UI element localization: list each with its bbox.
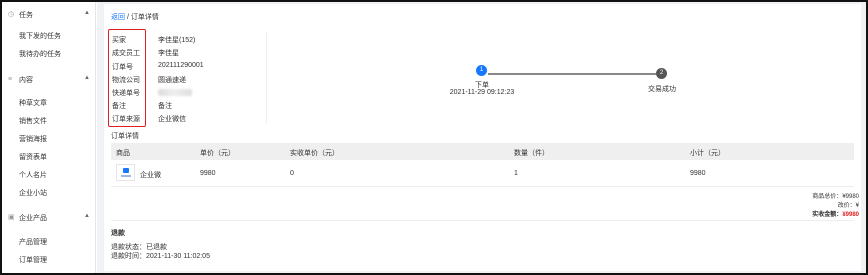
sidebar-item-task-todo[interactable]: 我待办的任务 bbox=[19, 49, 61, 59]
sidebar-section-content[interactable]: ≡ 内容 ▲ bbox=[2, 71, 96, 89]
sidebar-item-form[interactable]: 留资表单 bbox=[19, 152, 47, 162]
refund-time-value: 2021-11-30 11:02:05 bbox=[146, 253, 210, 260]
divider bbox=[266, 32, 267, 124]
refund-time: 退款时间：2021-11-30 11:02:05 bbox=[111, 251, 210, 261]
label-buyer: 买家 bbox=[112, 37, 126, 44]
buyer-value: 李佳星(152) bbox=[158, 37, 196, 44]
step-1-time: 2021-11-29 09:12:23 bbox=[449, 89, 515, 96]
remark-value: 备注 bbox=[158, 103, 172, 110]
sidebar-item-order-mgmt[interactable]: 订单管理 bbox=[19, 255, 47, 265]
label-tracking-no: 快递单号 bbox=[112, 90, 140, 97]
product-name[interactable]: 企业微 bbox=[140, 170, 161, 180]
source-value: 企业微信 bbox=[158, 116, 186, 123]
box-icon: ▣ bbox=[8, 214, 15, 221]
price-cell: 9980 bbox=[200, 170, 216, 177]
sidebar-item-poster[interactable]: 营销海报 bbox=[19, 134, 47, 144]
logistics-value: 圆通速递 bbox=[158, 77, 186, 84]
order-detail-title: 订单详情 bbox=[111, 133, 139, 140]
sidebar-item-product-mgmt[interactable]: 产品管理 bbox=[19, 237, 47, 247]
content-card bbox=[104, 4, 861, 271]
sidebar-section-product[interactable]: ▣ 企业产品 ▲ bbox=[2, 209, 96, 227]
label-order-no: 订单号 bbox=[112, 64, 133, 71]
subtotal-cell: 9980 bbox=[690, 170, 706, 177]
product-thumbnail bbox=[116, 164, 135, 181]
step-2-dot: 2 bbox=[656, 68, 667, 79]
back-link[interactable]: 返回 bbox=[111, 14, 125, 21]
paid-label: 实收金额： bbox=[812, 212, 843, 218]
col-subtotal: 小计（元） bbox=[690, 150, 725, 157]
chevron-up-icon: ▲ bbox=[84, 10, 90, 16]
sidebar-item-card[interactable]: 个人名片 bbox=[19, 170, 47, 180]
page-title: 订单详情 bbox=[130, 14, 159, 21]
sidebar-section-label: 内容 bbox=[19, 77, 33, 84]
refund-title: 退款 bbox=[111, 230, 125, 237]
refund-status-label: 退款状态： bbox=[111, 244, 146, 251]
refund-status-value: 已退款 bbox=[146, 244, 167, 251]
step-connector bbox=[488, 73, 656, 75]
actual-price-cell: 0 bbox=[290, 170, 294, 177]
breadcrumb: 返回 / 订单详情 bbox=[111, 12, 159, 22]
step-2-title: 交易成功 bbox=[648, 86, 676, 93]
step-1-dot: 1 bbox=[476, 65, 487, 76]
sidebar-item-article[interactable]: 种草文章 bbox=[19, 98, 47, 108]
sidebar-item-site[interactable]: 企业小站 bbox=[19, 188, 47, 198]
sidebar-section-label: 任务 bbox=[19, 12, 33, 19]
order-no-value: 202111290001 bbox=[158, 62, 204, 69]
chevron-up-icon: ▲ bbox=[84, 75, 90, 81]
label-employee: 成交员工 bbox=[112, 50, 140, 57]
qty-cell: 1 bbox=[514, 170, 518, 177]
total-price: 商品总价：¥9980 bbox=[812, 191, 859, 200]
sidebar-section-label: 企业产品 bbox=[19, 215, 47, 222]
divider bbox=[111, 220, 854, 221]
paid-amount: 实收金额：¥9980 bbox=[812, 209, 859, 218]
employee-value: 李佳星 bbox=[158, 50, 179, 57]
adjust-price: 改价：¥ bbox=[838, 200, 859, 209]
sidebar-section-task[interactable]: ◷ 任务 ▲ bbox=[2, 6, 96, 24]
col-product: 商品 bbox=[116, 150, 130, 157]
tracking-no-redacted bbox=[158, 89, 192, 96]
list-icon: ≡ bbox=[8, 76, 13, 83]
label-remark: 备注 bbox=[112, 103, 126, 110]
col-actual-price: 实收单价（元） bbox=[290, 150, 339, 157]
table-row bbox=[111, 160, 854, 187]
sidebar: ◷ 任务 ▲ 我下发的任务 我待办的任务 ≡ 内容 ▲ 种草文章 销售文件 营销… bbox=[2, 2, 96, 273]
col-price: 单价（元） bbox=[200, 150, 235, 157]
refund-time-label: 退款时间： bbox=[111, 253, 146, 260]
label-logistics: 物流公司 bbox=[112, 77, 140, 84]
sidebar-item-task-sent[interactable]: 我下发的任务 bbox=[19, 31, 61, 41]
chevron-up-icon: ▲ bbox=[84, 213, 90, 219]
sidebar-item-sales-doc[interactable]: 销售文件 bbox=[19, 116, 47, 126]
label-source: 订单来源 bbox=[112, 116, 140, 123]
clock-icon: ◷ bbox=[8, 11, 15, 18]
col-qty: 数量（件） bbox=[514, 150, 549, 157]
paid-value: ¥9980 bbox=[842, 212, 859, 218]
